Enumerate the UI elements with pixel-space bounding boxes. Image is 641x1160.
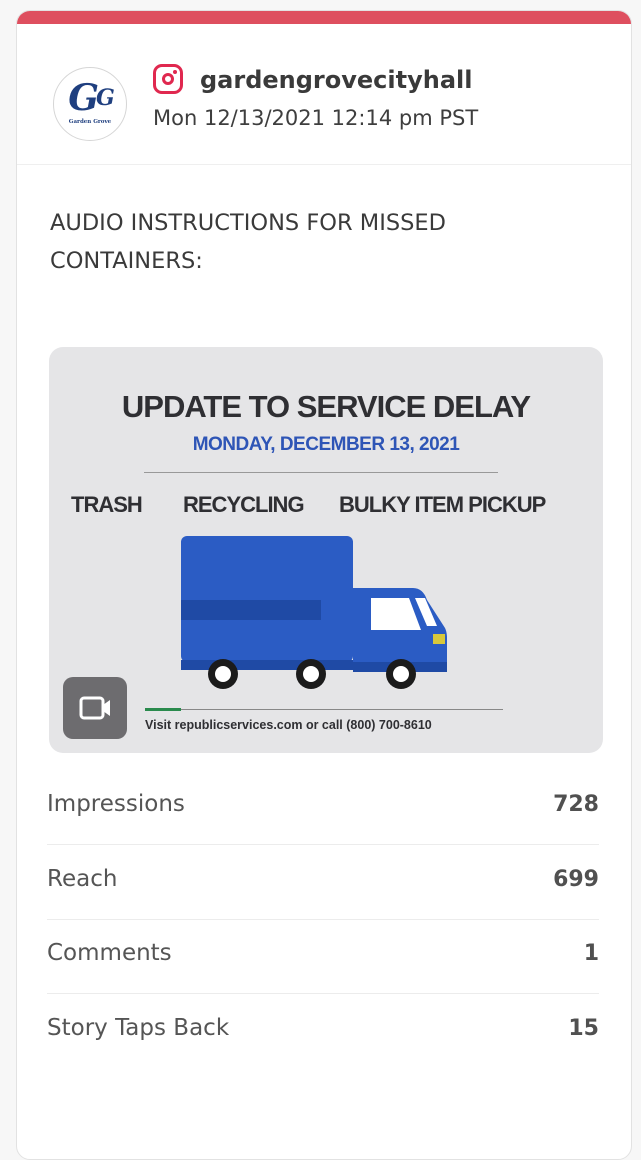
- metric-value: 728: [553, 792, 599, 817]
- metric-row-comments: Comments 1: [17, 940, 631, 1015]
- media-footer-accent: [145, 708, 181, 711]
- avatar[interactable]: GG Garden Grove: [53, 67, 127, 141]
- metric-row-reach: Reach 699: [17, 866, 631, 941]
- metric-value: 1: [583, 941, 599, 966]
- service-recycling: RECYCLING: [183, 492, 305, 517]
- avatar-caption: Garden Grove: [68, 119, 112, 125]
- media-divider: [144, 472, 498, 473]
- account-name[interactable]: gardengrovecityhall: [200, 66, 472, 94]
- media-footer-divider: [145, 709, 503, 710]
- metric-row-impressions: Impressions 728: [17, 791, 631, 866]
- divider: [17, 164, 631, 165]
- metric-label: Reach: [47, 866, 118, 892]
- metric-value: 15: [568, 1016, 599, 1041]
- media-date: MONDAY, DECEMBER 13, 2021: [192, 434, 460, 455]
- metric-label: Impressions: [47, 791, 185, 817]
- media-footer-text: Visit republicservices.com or call (800)…: [145, 718, 432, 732]
- post-caption: AUDIO INSTRUCTIONS FOR MISSED CONTAINERS…: [50, 210, 446, 274]
- post-card: GG Garden Grove gardengrovecityhall Mon …: [16, 10, 632, 1160]
- metric-row-story-taps-back: Story Taps Back 15: [17, 1015, 631, 1090]
- video-camera-icon: [63, 677, 127, 739]
- instagram-icon: [153, 64, 183, 94]
- post-media[interactable]: UPDATE TO SERVICE DELAY MONDAY, DECEMBER…: [49, 347, 603, 753]
- metric-value: 699: [553, 867, 599, 892]
- media-headline: UPDATE TO SERVICE DELAY: [121, 389, 531, 424]
- metric-label: Comments: [47, 940, 172, 966]
- service-bulky-item-pickup: BULKY ITEM PICKUP: [339, 492, 546, 517]
- truck-illustration: [181, 536, 447, 689]
- metric-label: Story Taps Back: [47, 1015, 230, 1041]
- accent-bar: [17, 11, 631, 24]
- avatar-logo: GG: [68, 77, 115, 119]
- service-trash: TRASH: [71, 492, 143, 517]
- post-datetime: Mon 12/13/2021 12:14 pm PST: [153, 106, 479, 130]
